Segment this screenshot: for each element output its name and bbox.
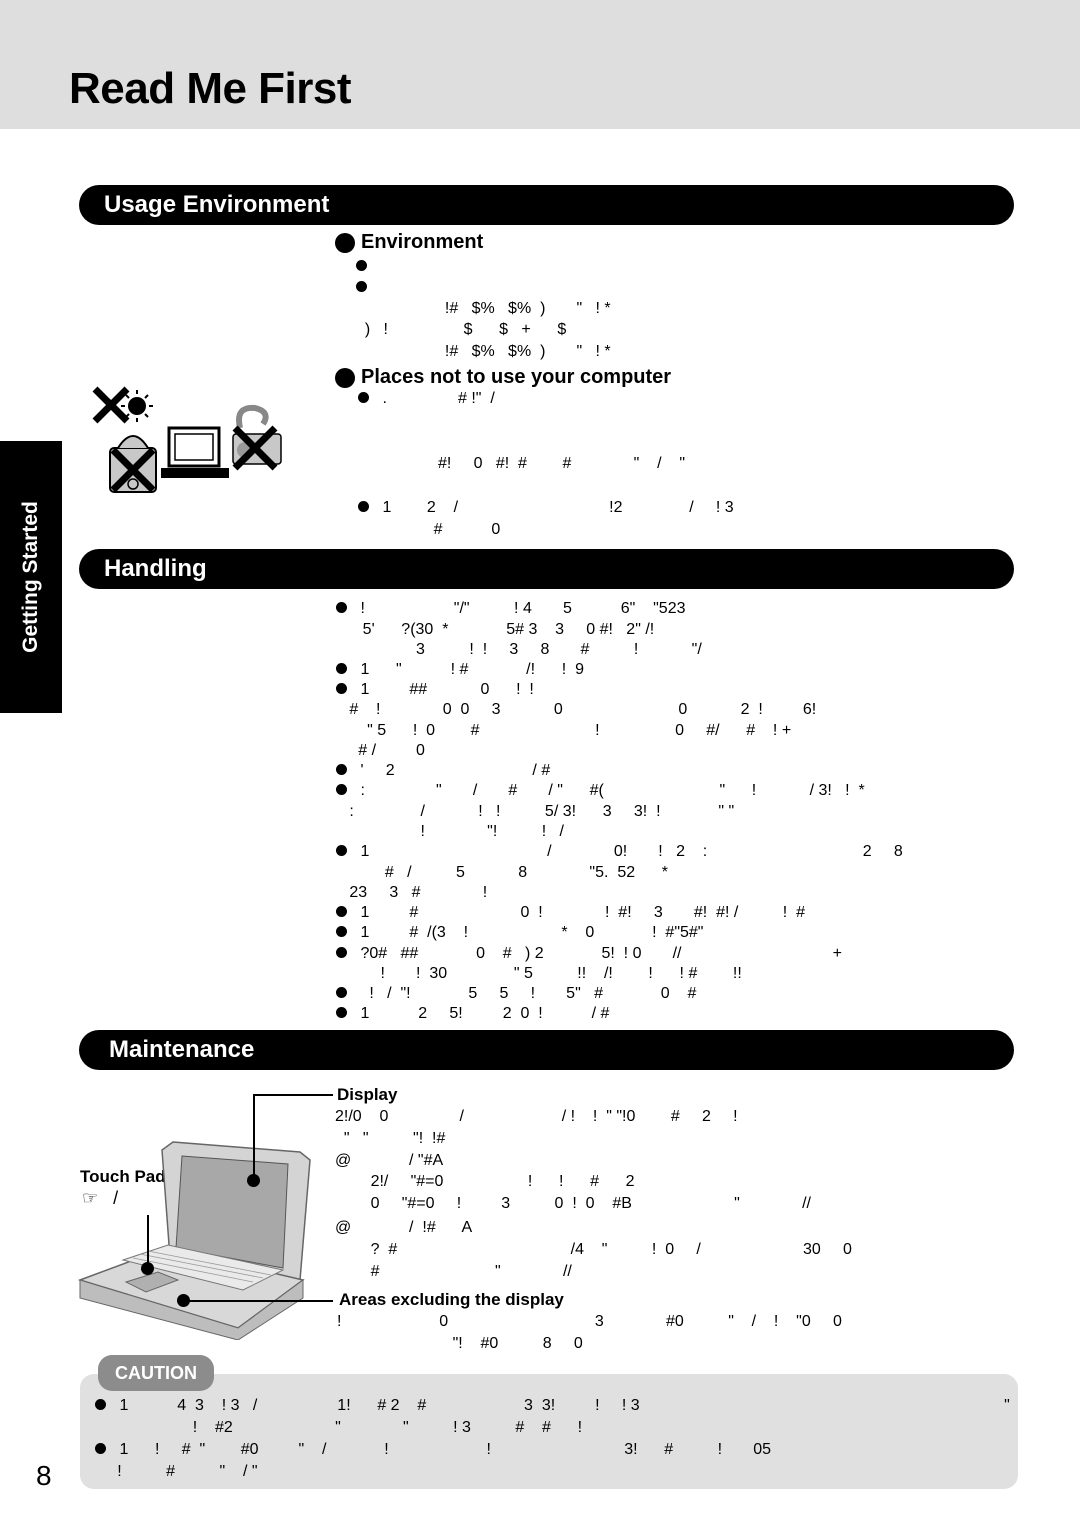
handling-line: 1 ## 0 ! !: [336, 679, 533, 700]
environment-line: [356, 277, 376, 298]
touch-pad-leader-dot: [141, 1262, 154, 1275]
display-line: 2!/0 0 / / ! ! " "!0 # 2 !: [335, 1108, 738, 1125]
handling-line: ! ! 30 " 5 !! /! ! ! # !!: [336, 965, 742, 982]
subheading-places-label: Places not to use your computer: [361, 366, 672, 388]
bullet-icon: [335, 367, 355, 388]
areas-line: "! #0 8 0: [337, 1335, 583, 1352]
display-label: Display: [337, 1085, 398, 1104]
handling-line: # / 5 8 "5. 52 *: [336, 864, 669, 881]
display-line: # " //: [335, 1263, 572, 1280]
handling-line: ?0# ## 0 # ) 2 5! ! 0 // +: [336, 943, 842, 964]
subheading-places: Places not to use your computer: [335, 366, 671, 389]
laptop-icon: [161, 426, 229, 478]
handling-line: 1 # 0 ! ! #! 3 #! #! / ! #: [336, 902, 805, 923]
places-illustration: [92, 386, 282, 493]
bullet-icon: [335, 232, 355, 253]
environment-line: !# $% $% ) " ! *: [356, 343, 611, 360]
sun-icon: [92, 386, 153, 424]
display-line: @ / !# A: [335, 1219, 473, 1236]
subheading-environment-label: Environment: [361, 231, 484, 253]
handling-line: " 5 ! 0 # ! 0 #/ # ! +: [336, 722, 792, 739]
handling-line: ' 2 / #: [336, 760, 550, 781]
subheading-environment: Environment: [335, 231, 483, 254]
areas-label: Areas excluding the display: [339, 1290, 564, 1309]
touch-pad-leader-line: [147, 1215, 149, 1267]
page-title: Read Me First: [69, 64, 352, 113]
handling-line: ! "/" ! 4 5 6" "523: [336, 598, 685, 619]
handling-line: 1 # /(3 ! * 0 ! #"5#": [336, 922, 703, 943]
areas-leader-dot: [177, 1294, 190, 1307]
handling-line: # ! 0 0 3 0 0 2 ! 6!: [336, 701, 817, 718]
places-line: 1 2 / !2 / ! 3: [358, 497, 733, 518]
caution-line: 1 4 3 ! 3 / 1! # 2 # 3 3! ! ! 3 ": [95, 1395, 1009, 1416]
environment-line: [356, 256, 376, 277]
environment-line: !# $% $% ) " ! *: [356, 300, 611, 317]
display-line: @ / "#A: [335, 1152, 444, 1169]
side-tab-getting-started: Getting Started: [0, 441, 62, 713]
handling-line: 23 3 # !: [336, 884, 488, 901]
display-line: " " "! !#: [335, 1130, 446, 1147]
laptop-illustration: [78, 1141, 311, 1340]
caution-line: ! #2 " " ! 3 # # !: [95, 1419, 583, 1436]
handling-line: 1 / 0! ! 2 : 2 8: [336, 841, 902, 862]
magnet-icon: [232, 404, 282, 471]
handling-line: 1 " ! # /! ! 9: [336, 659, 584, 680]
handling-line: 5' ?(30 * 5# 3 3 0 #! 2" /!: [336, 621, 655, 638]
handling-line: ! / "! 5 5 ! 5" # 0 #: [336, 983, 696, 1004]
section-header-handling: Handling: [79, 549, 1014, 589]
places-line: # 0: [358, 521, 501, 538]
areas-leader-line: [183, 1300, 333, 1302]
display-leader-line: [253, 1094, 255, 1180]
display-line: ? # /4 " ! 0 / 30 0: [335, 1241, 852, 1258]
handling-line: : " / # / " #( " ! / 3! ! *: [336, 780, 864, 801]
display-line: 2!/ "#=0 ! ! # 2: [335, 1173, 635, 1190]
caution-line: ! # " / ": [95, 1463, 258, 1480]
handling-line: 1 2 5! 2 0 ! / #: [336, 1003, 609, 1024]
page-number: 8: [36, 1460, 52, 1491]
handling-line: # / 0: [336, 742, 425, 759]
side-tab-label: Getting Started: [19, 501, 42, 653]
section-header-maintenance: Maintenance: [79, 1030, 1014, 1070]
caution-tag: CAUTION: [98, 1355, 214, 1391]
handling-line: 3 ! ! 3 8 # ! "/: [336, 641, 702, 658]
handling-line: ! "! ! /: [336, 823, 564, 840]
areas-line: ! 0 3 #0 " / ! "0 0: [337, 1313, 842, 1330]
places-line: #! 0 #! # # " / ": [358, 455, 686, 472]
display-leader-line: [253, 1094, 333, 1096]
display-line: 0 "#=0 ! 3 0 ! 0 #B " //: [335, 1195, 811, 1212]
display-leader-dot: [247, 1174, 260, 1187]
caution-line: 1 ! # " #0 " / ! ! 3! # ! 05: [95, 1439, 771, 1460]
handling-line: : / ! ! 5/ 3! 3 3! ! " ": [336, 803, 735, 820]
kettle-icon: [109, 435, 157, 493]
section-header-usage-environment: Usage Environment: [79, 185, 1014, 225]
environment-line: ) ! $ $ + $: [356, 321, 567, 338]
places-line: . # !" /: [358, 388, 494, 409]
